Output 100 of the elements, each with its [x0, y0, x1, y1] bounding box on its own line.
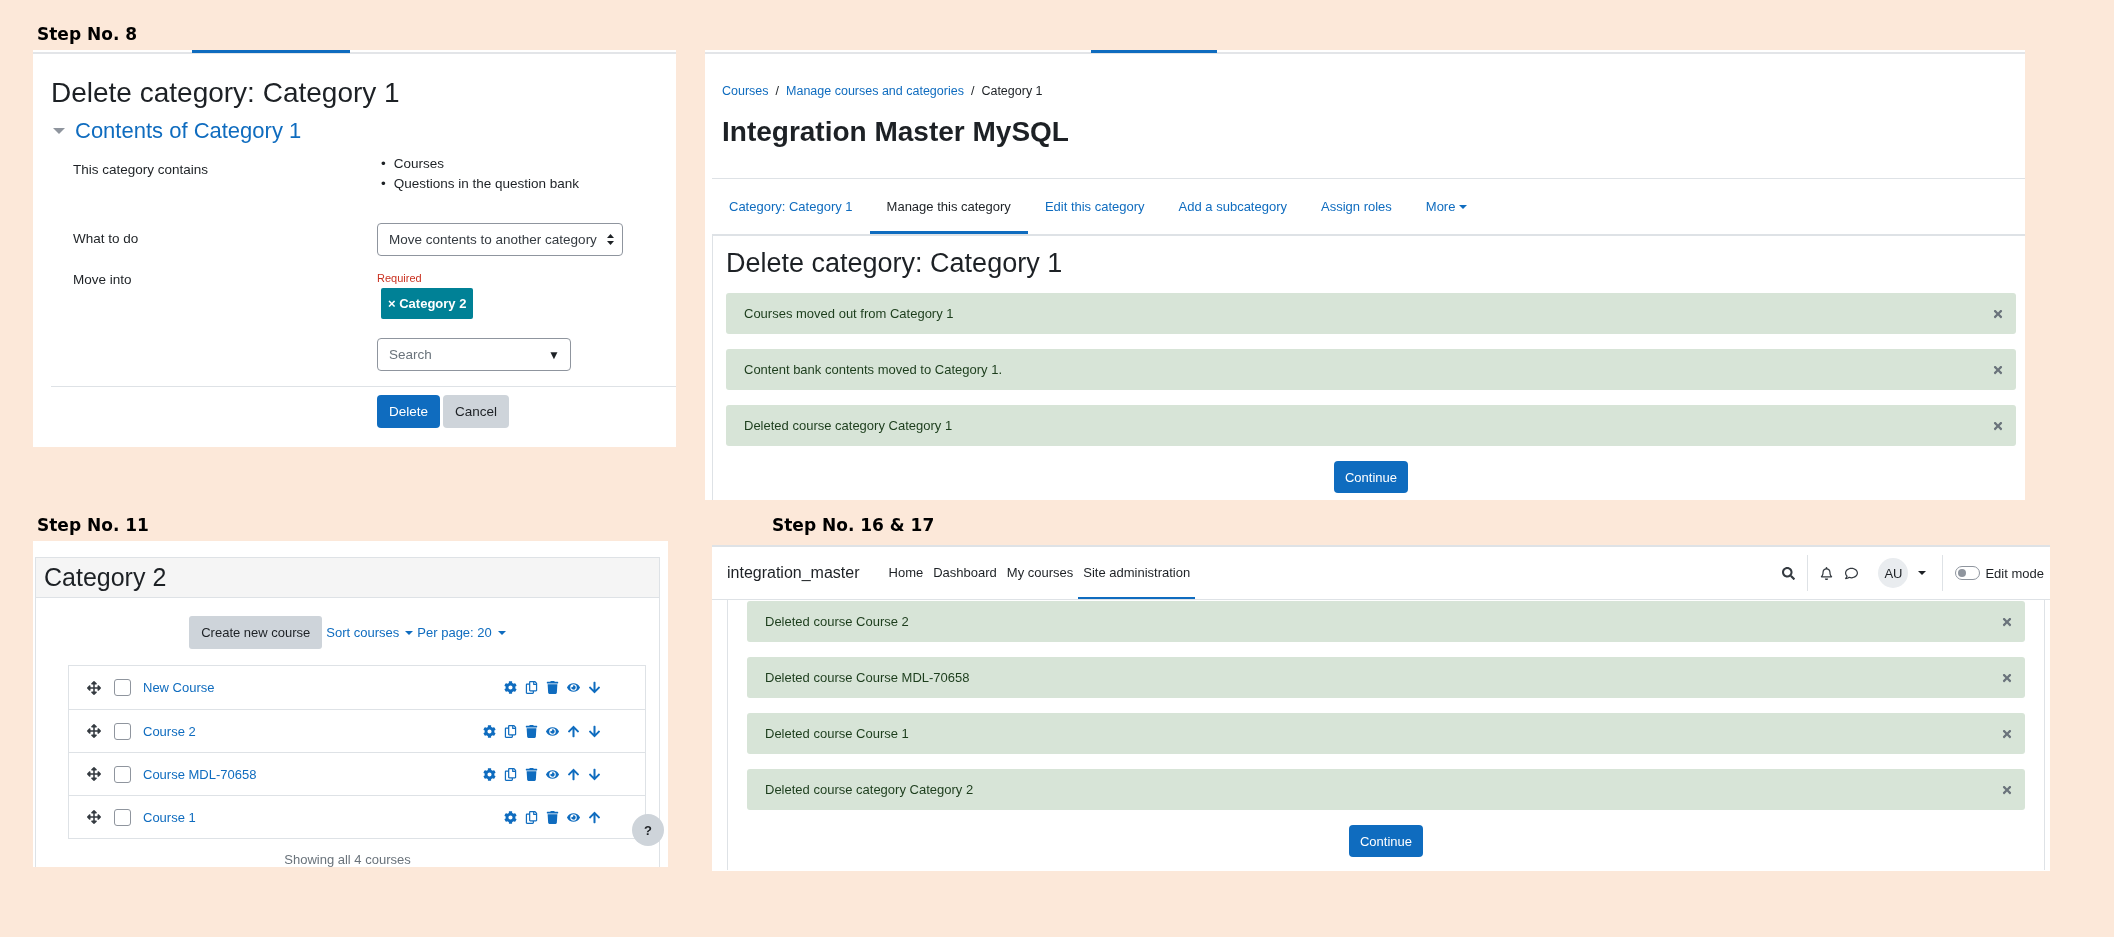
four-way-arrow-icon[interactable]: [87, 810, 101, 824]
nav-tab[interactable]: Assign roles: [1304, 179, 1409, 234]
alert-message: Content bank contents moved to Category 1.: [744, 362, 1002, 377]
alert-message: Deleted course Course 2: [765, 614, 909, 629]
list-item: Questions in the question bank: [393, 175, 580, 193]
close-icon[interactable]: [2001, 727, 2013, 740]
gear-icon[interactable]: [483, 767, 496, 781]
course-count: Showing all 4 courses: [283, 852, 412, 867]
nav-link[interactable]: Home: [883, 547, 929, 599]
close-icon[interactable]: [2001, 615, 2013, 628]
four-way-arrow-icon[interactable]: [87, 767, 101, 781]
alert-message: Deleted course category Category 2: [765, 782, 974, 797]
up-down-arrows-icon: [607, 234, 614, 245]
alert-message: Deleted course Course MDL-70658: [765, 670, 970, 685]
site-title: Integration Master MySQL: [722, 116, 1070, 148]
caret-icon[interactable]: [1918, 571, 1927, 575]
alert-message: Deleted course Course 1: [765, 726, 909, 741]
arrow-down-icon[interactable]: [588, 681, 601, 694]
close-icon[interactable]: [1992, 363, 2004, 376]
course-link[interactable]: Course MDL-70658: [143, 766, 483, 782]
continue-button[interactable]: Continue: [1348, 825, 1423, 857]
page-heading: Delete category: Category 1: [726, 248, 1064, 278]
field-label: What to do: [73, 230, 140, 248]
per-page-menu[interactable]: Per page: 20: [417, 625, 506, 640]
gear-icon[interactable]: [504, 681, 517, 694]
section-title[interactable]: Contents of Category 1: [75, 118, 302, 144]
close-icon[interactable]: [1992, 307, 2004, 320]
delete-button[interactable]: Delete: [377, 395, 441, 428]
breadcrumb-item[interactable]: Manage courses and categories: [786, 84, 964, 98]
nav-tab[interactable]: More: [1408, 179, 1485, 234]
copy-icon[interactable]: [504, 724, 517, 738]
breadcrumb-item: Category 1: [981, 84, 1043, 98]
breadcrumb-separator: /: [775, 84, 780, 98]
field-label: This category contains: [73, 161, 210, 179]
eye-icon[interactable]: [567, 681, 580, 694]
breadcrumb-item[interactable]: Courses: [722, 84, 769, 98]
trash-icon[interactable]: [546, 810, 559, 824]
alert-message: Deleted course category Category 1: [744, 418, 953, 433]
four-way-arrow-icon[interactable]: [87, 724, 101, 738]
field-label: Move into: [73, 272, 133, 289]
close-icon[interactable]: [1992, 419, 2004, 432]
nav-tab[interactable]: Manage this category: [869, 179, 1028, 234]
toggle-label: Edit mode: [1985, 565, 2044, 581]
step-label: Step No. 11: [36, 513, 150, 537]
step-label: Step No. 8: [36, 22, 139, 46]
site-brand[interactable]: integration_master: [727, 564, 860, 582]
search-field[interactable]: Search ▼: [377, 338, 571, 371]
arrow-down-icon[interactable]: [588, 767, 601, 781]
nav-link[interactable]: My courses: [1001, 547, 1079, 599]
close-icon[interactable]: [2001, 671, 2013, 684]
nav-link[interactable]: Site administration: [1078, 547, 1196, 599]
alert-message: Courses moved out from Category 1: [744, 306, 954, 321]
cancel-button[interactable]: Cancel: [443, 395, 510, 428]
select-field[interactable]: Move contents to another category: [377, 223, 623, 256]
help-button[interactable]: ?: [632, 814, 664, 846]
nav-link[interactable]: Dashboard: [928, 547, 1002, 599]
trash-icon[interactable]: [525, 767, 538, 781]
eye-icon[interactable]: [546, 724, 559, 738]
user-avatar[interactable]: AU: [1878, 558, 1909, 588]
bullet: •: [381, 155, 386, 173]
trash-icon[interactable]: [546, 681, 559, 694]
checkbox[interactable]: [114, 679, 131, 696]
page-title: Delete category: Category 1: [51, 76, 401, 110]
course-link[interactable]: New Course: [143, 680, 504, 695]
list-item: Courses: [393, 155, 444, 173]
course-link[interactable]: Course 2: [143, 723, 483, 739]
gear-icon[interactable]: [504, 810, 517, 824]
eye-icon[interactable]: [546, 767, 559, 781]
chat-bubble-icon[interactable]: [1845, 566, 1859, 580]
close-icon[interactable]: [2001, 783, 2013, 796]
required-note: Required: [377, 272, 422, 284]
search-icon[interactable]: [1782, 566, 1796, 580]
category-title: Category 2: [36, 558, 659, 598]
continue-button[interactable]: Continue: [1333, 461, 1408, 493]
trash-icon[interactable]: [525, 724, 538, 738]
nav-tab[interactable]: Category: Category 1: [712, 179, 870, 234]
copy-icon[interactable]: [504, 767, 517, 781]
checkbox[interactable]: [114, 722, 131, 740]
course-link[interactable]: Course 1: [143, 809, 504, 825]
four-way-arrow-icon[interactable]: [87, 680, 101, 695]
gear-icon[interactable]: [483, 724, 496, 738]
bullet: •: [381, 175, 386, 193]
bell-icon[interactable]: [1820, 566, 1834, 580]
checkbox[interactable]: [114, 765, 131, 783]
step-label: Step No. 16 & 17: [771, 513, 936, 537]
sort-menu[interactable]: Sort courses: [326, 625, 414, 640]
arrow-up-icon[interactable]: [567, 724, 580, 738]
nav-tab[interactable]: Edit this category: [1027, 179, 1162, 234]
toggle-switch[interactable]: [1955, 566, 1981, 580]
breadcrumb-separator: /: [970, 84, 975, 98]
arrow-up-icon[interactable]: [567, 767, 580, 781]
create-course-button[interactable]: Create new course: [189, 616, 323, 649]
copy-icon[interactable]: [525, 681, 538, 694]
arrow-down-icon[interactable]: [588, 724, 601, 738]
checkbox[interactable]: [114, 808, 131, 826]
eye-icon[interactable]: [567, 810, 580, 824]
copy-icon[interactable]: [525, 810, 538, 824]
arrow-up-icon[interactable]: [588, 810, 601, 824]
selected-tag[interactable]: × Category 2: [381, 288, 474, 319]
nav-tab[interactable]: Add a subcategory: [1161, 179, 1304, 234]
